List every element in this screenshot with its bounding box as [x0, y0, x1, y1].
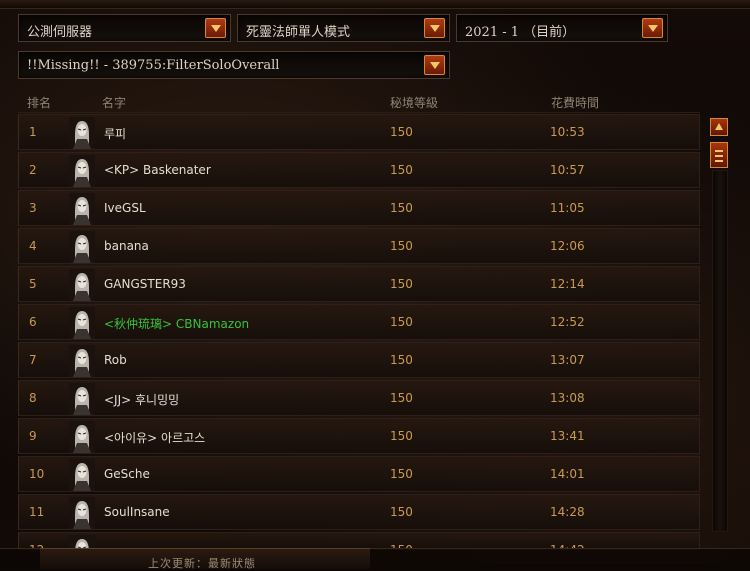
- player-name[interactable]: <KP> Baskenater: [104, 163, 211, 177]
- player-name[interactable]: <秋仲琉璃> CBNamazon: [104, 315, 249, 332]
- table-row[interactable]: 4 banana 150 12:06: [18, 228, 700, 264]
- chevron-down-icon[interactable]: [424, 55, 445, 75]
- rift-level-value: 150: [390, 505, 413, 519]
- table-row[interactable]: 5 GANGSTER93 150 12:14: [18, 266, 700, 302]
- table-row[interactable]: 7 Rob 150 13:07: [18, 342, 700, 378]
- rank-value: 4: [29, 239, 37, 253]
- necromancer-portrait-icon: [69, 459, 95, 491]
- rank-value: 2: [29, 163, 37, 177]
- rank-value: 10: [29, 467, 45, 481]
- time-value: 10:53: [550, 125, 585, 139]
- necromancer-portrait-icon: [69, 193, 95, 225]
- necromancer-portrait-icon: [69, 307, 95, 339]
- rank-column-header: 排名: [27, 96, 52, 110]
- last-update-label: 上次更新：最新狀態: [148, 557, 256, 570]
- time-value: 10:57: [550, 163, 585, 177]
- necromancer-portrait-icon: [69, 421, 95, 453]
- table-row[interactable]: 10 GeSche 150 14:01: [18, 456, 700, 492]
- table-row[interactable]: 9 <아이유> 아르고스 150 13:41: [18, 418, 700, 454]
- rift-level-value: 150: [390, 467, 413, 481]
- season-dropdown-value: 2021 - 1 （目前）: [465, 25, 576, 40]
- rift-level-value: 150: [390, 277, 413, 291]
- rank-value: 1: [29, 125, 37, 139]
- necromancer-portrait-icon: [69, 155, 95, 187]
- chevron-down-icon[interactable]: [205, 18, 226, 38]
- time-value: 11:05: [550, 201, 585, 215]
- update-status-plate: 上次更新：最新狀態: [40, 548, 370, 570]
- time-value: 13:08: [550, 391, 585, 405]
- table-row[interactable]: 6 <秋仲琉璃> CBNamazon 150 12:52: [18, 304, 700, 340]
- player-name[interactable]: <JJ> 후니밍밍: [104, 391, 179, 408]
- time-value: 13:41: [550, 429, 585, 443]
- rift-level-value: 150: [390, 125, 413, 139]
- player-name[interactable]: 루피: [104, 125, 126, 142]
- table-row[interactable]: 3 IveGSL 150 11:05: [18, 190, 700, 226]
- grip-line: [715, 160, 723, 162]
- category-dropdown[interactable]: !!Missing!! - 389755:FilterSoloOverall: [18, 51, 450, 79]
- rift-level-value: 150: [390, 429, 413, 443]
- player-name[interactable]: GeSche: [104, 467, 150, 481]
- time-value: 13:07: [550, 353, 585, 367]
- rank-value: 3: [29, 201, 37, 215]
- table-row[interactable]: 11 SoulInsane 150 14:28: [18, 494, 700, 530]
- rank-value: 7: [29, 353, 37, 367]
- grip-line: [715, 150, 723, 152]
- player-name[interactable]: IveGSL: [104, 201, 146, 215]
- scroll-up-button[interactable]: [710, 118, 728, 136]
- rank-value: 6: [29, 315, 37, 329]
- chevron-down-icon[interactable]: [424, 18, 445, 38]
- player-name[interactable]: banana: [104, 239, 149, 253]
- mode-dropdown[interactable]: 死靈法師單人模式: [237, 14, 450, 42]
- scrollbar-track[interactable]: [712, 170, 728, 532]
- time-value: 12:52: [550, 315, 585, 329]
- rift-level-value: 150: [390, 315, 413, 329]
- leaderboard-header: 排名 名字 秘境等級 花費時間: [18, 90, 700, 113]
- necromancer-portrait-icon: [69, 231, 95, 263]
- necromancer-portrait-icon: [69, 383, 95, 415]
- server-dropdown-value: 公測伺服器: [27, 25, 93, 40]
- player-name[interactable]: GANGSTER93: [104, 277, 186, 291]
- rift-level-value: 150: [390, 239, 413, 253]
- mode-dropdown-value: 死靈法師單人模式: [246, 25, 351, 40]
- rift-level-value: 150: [390, 353, 413, 367]
- grip-line: [715, 155, 723, 157]
- necromancer-portrait-icon: [69, 269, 95, 301]
- rift-level-value: 150: [390, 201, 413, 215]
- necromancer-portrait-icon: [69, 345, 95, 377]
- time-value: 14:28: [550, 505, 585, 519]
- rift-level-value: 150: [390, 163, 413, 177]
- name-column-header: 名字: [102, 96, 127, 110]
- rift-level-value: 150: [390, 391, 413, 405]
- player-name[interactable]: Rob: [104, 353, 127, 367]
- time-value: 14:01: [550, 467, 585, 481]
- table-row[interactable]: 8 <JJ> 후니밍밍 150 13:08: [18, 380, 700, 416]
- rank-value: 11: [29, 505, 45, 519]
- table-row[interactable]: 2 <KP> Baskenater 150 10:57: [18, 152, 700, 188]
- scrollbar-thumb[interactable]: [710, 142, 728, 168]
- time-value: 12:14: [550, 277, 585, 291]
- rank-value: 9: [29, 429, 37, 443]
- server-dropdown[interactable]: 公測伺服器: [18, 14, 231, 42]
- rift-level-column-header: 秘境等級: [390, 96, 439, 110]
- necromancer-portrait-icon: [69, 497, 95, 529]
- necromancer-portrait-icon: [69, 117, 95, 149]
- category-dropdown-value: !!Missing!! - 389755:FilterSoloOverall: [27, 58, 280, 73]
- chevron-down-icon[interactable]: [642, 18, 663, 38]
- season-dropdown[interactable]: 2021 - 1 （目前）: [456, 14, 668, 42]
- time-column-header: 花費時間: [551, 96, 600, 110]
- rank-value: 5: [29, 277, 37, 291]
- player-name[interactable]: SoulInsane: [104, 505, 170, 519]
- player-name[interactable]: <아이유> 아르고스: [104, 429, 205, 446]
- leaderboard-table: 1 루피 150 10:53 2 <KP> Baskenater 150 10:…: [18, 114, 700, 552]
- rank-value: 8: [29, 391, 37, 405]
- top-frame: [0, 0, 750, 9]
- table-row[interactable]: 1 루피 150 10:53: [18, 114, 700, 150]
- time-value: 12:06: [550, 239, 585, 253]
